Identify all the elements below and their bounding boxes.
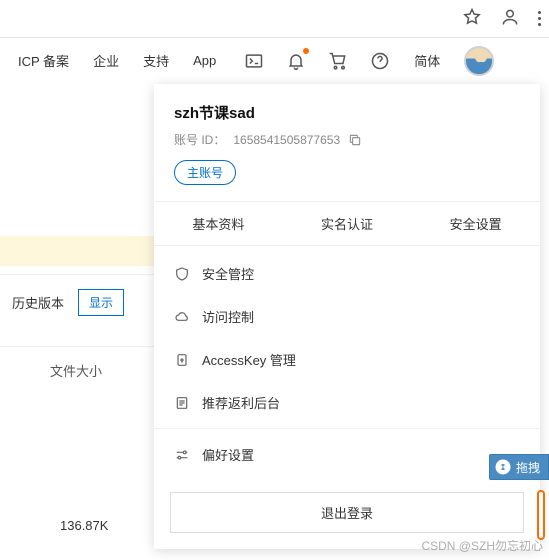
tab-verify[interactable]: 实名认证 bbox=[283, 202, 412, 245]
menu-rebate[interactable]: 推荐返利后台 bbox=[154, 381, 540, 424]
menu-security[interactable]: 安全管控 bbox=[154, 252, 540, 295]
menu-label: 访问控制 bbox=[202, 307, 254, 326]
account-name: szh节课sad bbox=[174, 102, 520, 123]
notice-bar bbox=[0, 236, 160, 266]
star-icon[interactable] bbox=[462, 7, 482, 30]
nav-app[interactable]: App bbox=[193, 53, 216, 68]
account-id-value: 1658541505877653 bbox=[233, 133, 340, 147]
cloud-icon bbox=[174, 309, 190, 325]
shield-icon bbox=[174, 266, 190, 282]
menu-accesskey[interactable]: AccessKey 管理 bbox=[154, 338, 540, 381]
watermark: CSDN @SZH勿忘初心 bbox=[421, 537, 543, 554]
drag-float-button[interactable]: 拖拽 bbox=[489, 454, 549, 480]
sliders-icon bbox=[174, 447, 190, 463]
profile-icon[interactable] bbox=[500, 7, 520, 30]
terminal-icon[interactable] bbox=[244, 51, 264, 71]
history-row: 历史版本 显示 bbox=[0, 274, 160, 330]
account-dropdown: szh节课sad 账号 ID： 1658541505877653 主账号 基本资… bbox=[154, 84, 540, 549]
panel-menu: 安全管控 访问控制 AccessKey 管理 推荐返利后台 偏好设置 bbox=[154, 246, 540, 482]
copy-icon[interactable] bbox=[348, 133, 362, 147]
avatar[interactable] bbox=[464, 46, 494, 76]
page-background: 历史版本 显示 文件大小 136.87K bbox=[0, 84, 160, 533]
nav-icp[interactable]: ICP 备案 bbox=[18, 51, 69, 70]
browser-toolbar bbox=[0, 0, 549, 38]
tab-security[interactable]: 安全设置 bbox=[411, 202, 540, 245]
menu-access[interactable]: 访问控制 bbox=[154, 295, 540, 338]
help-icon[interactable] bbox=[370, 51, 390, 71]
nav-enterprise[interactable]: 企业 bbox=[93, 51, 119, 70]
panel-tabs: 基本资料 实名认证 安全设置 bbox=[154, 201, 540, 246]
cart-icon[interactable] bbox=[328, 51, 348, 71]
nav-icons bbox=[244, 51, 390, 71]
top-nav: ICP 备案 企业 支持 App 简体 bbox=[0, 38, 549, 84]
key-icon bbox=[174, 352, 190, 368]
language-selector[interactable]: 简体 bbox=[414, 51, 440, 70]
account-id-row: 账号 ID： 1658541505877653 bbox=[174, 131, 520, 148]
tab-profile[interactable]: 基本资料 bbox=[154, 202, 283, 245]
menu-label: 推荐返利后台 bbox=[202, 393, 280, 412]
show-button[interactable]: 显示 bbox=[78, 289, 124, 316]
history-label: 历史版本 bbox=[12, 293, 64, 312]
nav-support[interactable]: 支持 bbox=[143, 51, 169, 70]
filesize-value: 136.87K bbox=[0, 494, 160, 533]
main-account-badge[interactable]: 主账号 bbox=[174, 160, 236, 185]
menu-icon[interactable] bbox=[538, 11, 541, 26]
menu-label: AccessKey 管理 bbox=[202, 350, 296, 369]
float-label: 拖拽 bbox=[516, 459, 540, 476]
menu-prefs[interactable]: 偏好设置 bbox=[154, 433, 540, 476]
list-icon bbox=[174, 395, 190, 411]
menu-label: 偏好设置 bbox=[202, 445, 254, 464]
scroll-indicator[interactable] bbox=[537, 490, 545, 540]
bell-icon[interactable] bbox=[286, 51, 306, 71]
account-id-label: 账号 ID： bbox=[174, 131, 225, 148]
menu-separator bbox=[154, 428, 540, 429]
panel-header: szh节课sad 账号 ID： 1658541505877653 主账号 bbox=[154, 84, 540, 201]
filesize-header: 文件大小 bbox=[0, 346, 160, 394]
menu-label: 安全管控 bbox=[202, 264, 254, 283]
logout-button[interactable]: 退出登录 bbox=[170, 492, 524, 533]
